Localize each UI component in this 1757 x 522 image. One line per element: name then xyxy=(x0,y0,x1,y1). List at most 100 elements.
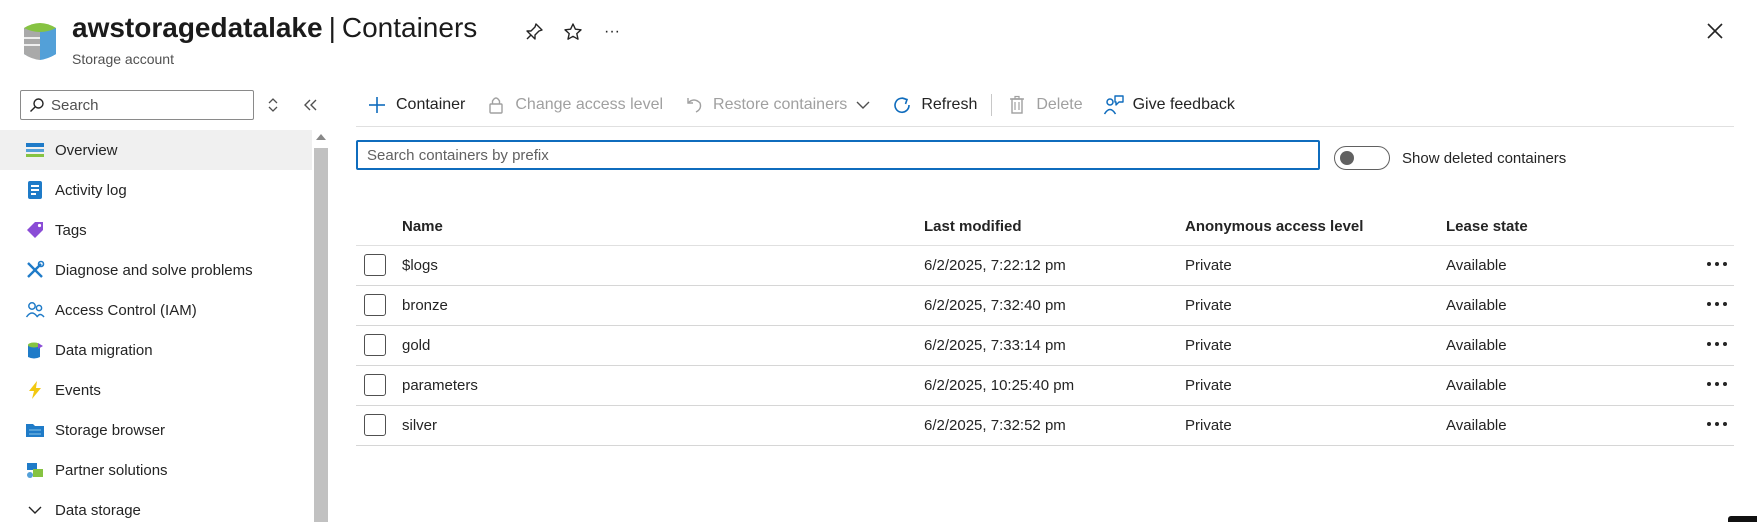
add-container-button[interactable]: Container xyxy=(356,88,475,122)
title-separator: | xyxy=(328,12,336,43)
container-name[interactable]: silver xyxy=(402,417,437,434)
delete-label: Delete xyxy=(1036,96,1083,113)
menu-item-events[interactable]: Events xyxy=(0,370,312,410)
toggle-knob xyxy=(1340,151,1354,165)
sort-icon xyxy=(268,98,278,112)
column-header-name[interactable]: Name xyxy=(402,218,443,235)
delete-button[interactable]: Delete xyxy=(996,88,1092,122)
container-name[interactable]: $logs xyxy=(402,257,438,274)
activity-log-icon xyxy=(24,179,46,201)
refresh-icon xyxy=(891,94,913,116)
data-migration-icon xyxy=(24,339,46,361)
menu-search-box[interactable] xyxy=(20,90,254,120)
last-modified: 6/2/2025, 7:33:14 pm xyxy=(924,337,1066,354)
menu-sort-button[interactable] xyxy=(262,94,284,116)
scroll-thumb[interactable] xyxy=(314,148,328,522)
table-row[interactable]: $logs 6/2/2025, 7:22:12 pm Private Avail… xyxy=(356,246,1734,286)
resource-type-subtitle: Storage account xyxy=(72,51,174,67)
table-row[interactable]: parameters 6/2/2025, 10:25:40 pm Private… xyxy=(356,366,1734,406)
menu-item-label: Tags xyxy=(55,221,87,239)
more-actions-button[interactable]: ··· xyxy=(600,20,624,44)
container-prefix-search[interactable] xyxy=(356,140,1320,170)
row-more-button[interactable] xyxy=(1702,412,1732,436)
restore-containers-label: Restore containers xyxy=(713,96,848,113)
feedback-icon xyxy=(1103,94,1125,116)
menu-scrollbar[interactable] xyxy=(312,130,330,522)
menu-group-data-storage[interactable]: Data storage xyxy=(0,490,312,522)
ellipsis-icon xyxy=(1707,262,1727,266)
table-row[interactable]: bronze 6/2/2025, 7:32:40 pm Private Avai… xyxy=(356,286,1734,326)
toolbar-divider-line xyxy=(356,126,1734,127)
row-more-button[interactable] xyxy=(1702,332,1732,356)
pin-icon xyxy=(526,23,543,40)
menu-item-overview[interactable]: Overview xyxy=(0,130,312,170)
container-prefix-input[interactable] xyxy=(367,146,1307,164)
give-feedback-button[interactable]: Give feedback xyxy=(1093,88,1245,122)
container-name[interactable]: bronze xyxy=(402,297,448,314)
container-name[interactable]: gold xyxy=(402,337,430,354)
command-bar: Container Change access level Restore co… xyxy=(356,88,1245,122)
chevron-down-icon xyxy=(855,100,871,110)
access-level: Private xyxy=(1185,257,1232,274)
menu-item-tags[interactable]: Tags xyxy=(0,210,312,250)
row-more-button[interactable] xyxy=(1702,292,1732,316)
menu-item-label: Data storage xyxy=(55,501,141,519)
row-more-button[interactable] xyxy=(1702,252,1732,276)
row-checkbox[interactable] xyxy=(364,414,386,436)
overview-icon xyxy=(24,139,46,161)
blade-title: Containers xyxy=(341,12,478,43)
row-checkbox[interactable] xyxy=(364,374,386,396)
double-chevron-left-icon xyxy=(304,99,317,111)
page-title: awstoragedatalake | Containers xyxy=(72,12,477,44)
column-header-access-level[interactable]: Anonymous access level xyxy=(1185,218,1363,235)
refresh-button[interactable]: Refresh xyxy=(881,88,987,122)
table-row[interactable]: gold 6/2/2025, 7:33:14 pm Private Availa… xyxy=(356,326,1734,366)
last-modified: 6/2/2025, 7:32:52 pm xyxy=(924,417,1066,434)
change-access-level-button[interactable]: Change access level xyxy=(475,88,673,122)
ellipsis-icon xyxy=(1707,342,1727,346)
menu-item-partner-solutions[interactable]: Partner solutions xyxy=(0,450,312,490)
window-corner xyxy=(1728,516,1757,522)
close-icon[interactable] xyxy=(1702,18,1728,44)
menu-item-data-migration[interactable]: Data migration xyxy=(0,330,312,370)
menu-item-label: Data migration xyxy=(55,341,153,359)
change-access-level-label: Change access level xyxy=(515,96,664,113)
container-name[interactable]: parameters xyxy=(402,377,478,394)
table-header-row: Name Last modified Anonymous access leve… xyxy=(356,210,1734,246)
column-header-lease-state[interactable]: Lease state xyxy=(1446,218,1528,235)
collapse-menu-button[interactable] xyxy=(300,94,322,116)
wrench-icon xyxy=(24,259,46,281)
favorite-button[interactable] xyxy=(561,20,585,44)
menu-item-diagnose[interactable]: Diagnose and solve problems xyxy=(0,250,312,290)
access-level: Private xyxy=(1185,417,1232,434)
lease-state: Available xyxy=(1446,377,1507,394)
plus-icon xyxy=(366,94,388,116)
show-deleted-toggle[interactable] xyxy=(1334,146,1390,170)
row-more-button[interactable] xyxy=(1702,372,1732,396)
menu-item-label: Events xyxy=(55,381,101,399)
storage-account-icon xyxy=(24,23,56,60)
more-icon: ··· xyxy=(604,23,620,40)
menu-item-storage-browser[interactable]: Storage browser xyxy=(0,410,312,450)
ellipsis-icon xyxy=(1707,302,1727,306)
row-checkbox[interactable] xyxy=(364,334,386,356)
table-row[interactable]: silver 6/2/2025, 7:32:52 pm Private Avai… xyxy=(356,406,1734,446)
menu-search-input[interactable] xyxy=(51,96,241,114)
menu-item-access-control[interactable]: Access Control (IAM) xyxy=(0,290,312,330)
column-header-last-modified[interactable]: Last modified xyxy=(924,218,1022,235)
last-modified: 6/2/2025, 10:25:40 pm xyxy=(924,377,1075,394)
tag-icon xyxy=(24,219,46,241)
restore-containers-button[interactable]: Restore containers xyxy=(673,88,881,122)
menu-item-activity-log[interactable]: Activity log xyxy=(0,170,312,210)
menu-item-label: Storage browser xyxy=(55,421,166,439)
row-checkbox[interactable] xyxy=(364,254,386,276)
last-modified: 6/2/2025, 7:32:40 pm xyxy=(924,297,1066,314)
lease-state: Available xyxy=(1446,297,1507,314)
storage-browser-icon xyxy=(24,419,46,441)
star-icon xyxy=(564,23,582,40)
row-checkbox[interactable] xyxy=(364,294,386,316)
menu-item-label: Overview xyxy=(55,141,118,159)
scroll-up-arrow-icon[interactable] xyxy=(316,134,326,140)
pin-button[interactable] xyxy=(522,20,546,44)
partner-solutions-icon xyxy=(24,459,46,481)
